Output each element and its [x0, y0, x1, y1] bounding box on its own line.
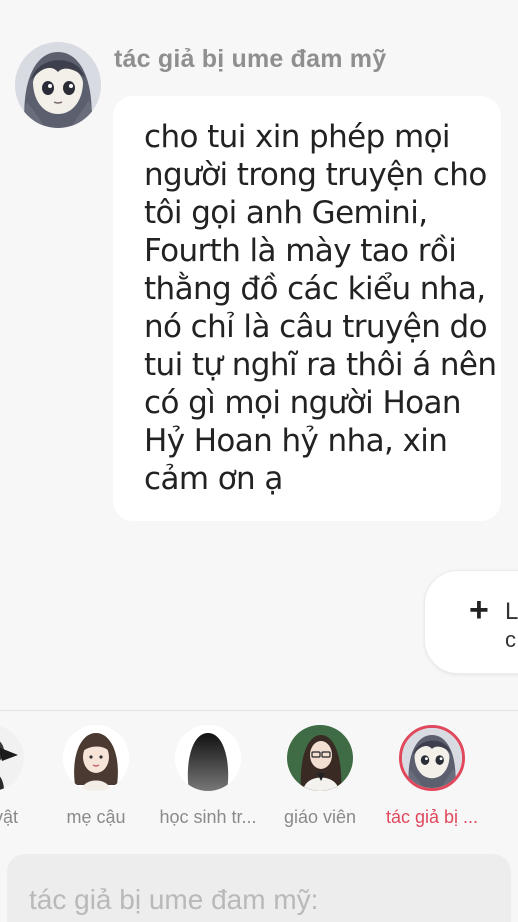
add-character-button[interactable]: + L c: [424, 570, 518, 674]
message-line: cảm ơn ạ: [144, 461, 283, 497]
character-avatar-icon: [0, 725, 24, 791]
message-line: thằng đồ các kiểu nha,: [144, 271, 486, 307]
character-item[interactable]: vật: [0, 725, 46, 835]
author-avatar[interactable]: [15, 42, 101, 128]
message-line: Fourth là mày tao rồi: [144, 233, 457, 269]
message-line: Hỷ Hoan hỷ nha, xin: [144, 423, 448, 459]
chat-screen: tác giả bị ume đam mỹ cho tui xin phép m…: [0, 0, 518, 922]
message-line: tui tự nghĩ ra thôi á nên: [144, 347, 497, 383]
message-line: người trong truyện cho: [144, 157, 487, 193]
anime-girl-avatar-icon: [15, 42, 101, 128]
message-author-name: tác giả bị ume đam mỹ: [114, 45, 387, 73]
anime-girl-avatar-icon: [399, 725, 465, 791]
character-item-active[interactable]: tác giả bị ...: [377, 725, 487, 835]
message-line: nó chỉ là câu truyện do: [144, 309, 488, 345]
character-name: tác giả bị ...: [385, 807, 479, 827]
silhouette-avatar-icon: [175, 725, 241, 791]
add-button-label-line1: L: [505, 598, 518, 625]
message-composer: [7, 854, 511, 922]
character-name: mẹ cậu: [66, 807, 126, 827]
plus-icon: +: [469, 591, 489, 629]
add-button-label-line2: c: [505, 627, 516, 652]
message-line: cho tui xin phép mọi: [144, 119, 451, 155]
character-item[interactable]: giáo viên: [265, 725, 375, 835]
message-text: cho tui xin phép mọi người trong truyện …: [144, 118, 497, 498]
character-name: giáo viên: [283, 807, 357, 827]
message-input[interactable]: [29, 880, 499, 920]
character-item[interactable]: mẹ cậu: [41, 725, 151, 835]
woman-avatar-icon: [63, 725, 129, 791]
character-name: học sinh tr...: [159, 807, 257, 827]
message-bubble: cho tui xin phép mọi người trong truyện …: [113, 96, 501, 521]
character-name: vật: [0, 807, 18, 827]
teacher-avatar-icon: [287, 725, 353, 791]
character-selector[interactable]: vật mẹ cậu: [0, 711, 518, 843]
message-line: tôi gọi anh Gemini,: [144, 195, 428, 231]
message-line: có gì mọi người Hoan: [144, 385, 462, 421]
character-item[interactable]: học sinh tr...: [153, 725, 263, 835]
